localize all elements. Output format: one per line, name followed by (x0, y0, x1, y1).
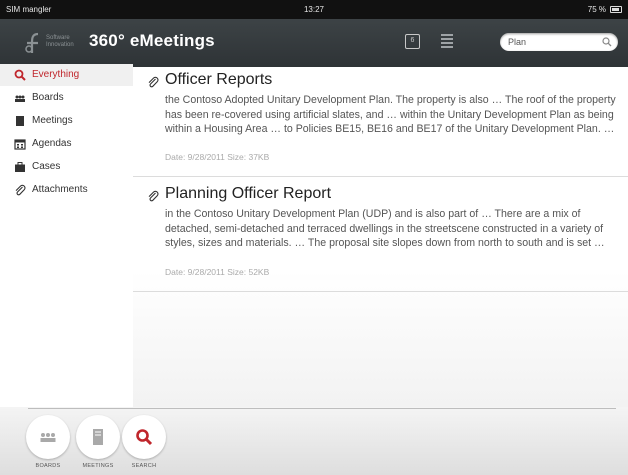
people-icon (15, 95, 25, 102)
software-innovation-logo: Software Innovation (24, 31, 88, 55)
sidebar-item-label: Meetings (32, 115, 73, 126)
book-icon (16, 116, 24, 126)
sidebar-item-everything[interactable]: Everything (0, 64, 133, 86)
result-item[interactable]: Planning Officer Report in the Contoso U… (133, 181, 628, 291)
result-divider (133, 176, 628, 177)
result-title[interactable]: Officer Reports (165, 71, 272, 89)
search-box[interactable] (500, 33, 618, 51)
boards-dock-button[interactable]: BOARDS (26, 415, 70, 475)
result-title[interactable]: Planning Officer Report (165, 185, 331, 203)
result-meta: Date: 9/28/2011 Size: 37KB (165, 152, 270, 162)
battery-text: 75 % (587, 5, 606, 14)
search-input[interactable] (508, 35, 596, 49)
search-results: Officer Reports the Contoso Adopted Unit… (133, 67, 628, 407)
sidebar-item-boards[interactable]: Boards (0, 87, 133, 109)
clock-text: 13:27 (303, 5, 325, 14)
sidebar-item-cases[interactable]: Cases (0, 156, 133, 178)
status-bar: SIM mangler 13:27 75 % (0, 0, 628, 19)
list-view-button[interactable] (441, 34, 453, 49)
briefcase-icon (15, 162, 25, 172)
result-snippet: the Contoso Adopted Unitary Development … (165, 94, 616, 135)
sidebar-item-meetings[interactable]: Meetings (0, 110, 133, 132)
result-snippet: in the Contoso Unitary Development Plan … (165, 208, 605, 249)
battery-icon (610, 6, 622, 13)
search-icon[interactable] (602, 37, 612, 47)
paperclip-icon (148, 76, 159, 88)
app-title: 360° eMeetings (89, 31, 215, 50)
dock-divider (28, 408, 616, 409)
calendar-view-button[interactable]: 6 (405, 34, 420, 49)
result-divider (133, 291, 628, 292)
bottom-dock: BOARDS MEETINGS SEARCH (0, 407, 628, 475)
dock-label: SEARCH (131, 463, 157, 469)
sidebar-item-label: Boards (32, 92, 64, 103)
sidebar-item-label: Attachments (32, 184, 88, 195)
calendar-day-text: 6 (410, 37, 415, 44)
paperclip-icon (148, 190, 159, 202)
sidebar-item-label: Cases (32, 161, 61, 172)
book-icon (93, 429, 103, 445)
sidebar-item-attachments[interactable]: Attachments (0, 179, 133, 201)
paperclip-icon (15, 184, 26, 196)
search-icon (14, 69, 26, 81)
search-icon (136, 429, 153, 446)
sidebar-item-label: Agendas (32, 138, 72, 149)
sidebar: Everything Boards Meetings Agendas Cases (0, 64, 133, 407)
search-dock-button[interactable]: SEARCH (122, 415, 166, 475)
app-header: Software Innovation 360° eMeetings 6 (0, 19, 628, 67)
sidebar-item-label: Everything (32, 69, 80, 80)
calendar-icon (14, 139, 26, 150)
people-icon (40, 433, 56, 442)
logo-text: Software Innovation (46, 35, 74, 48)
result-item[interactable]: Officer Reports the Contoso Adopted Unit… (133, 67, 628, 176)
sidebar-item-agendas[interactable]: Agendas (0, 133, 133, 155)
result-meta: Date: 9/28/2011 Size: 52KB (165, 267, 270, 277)
